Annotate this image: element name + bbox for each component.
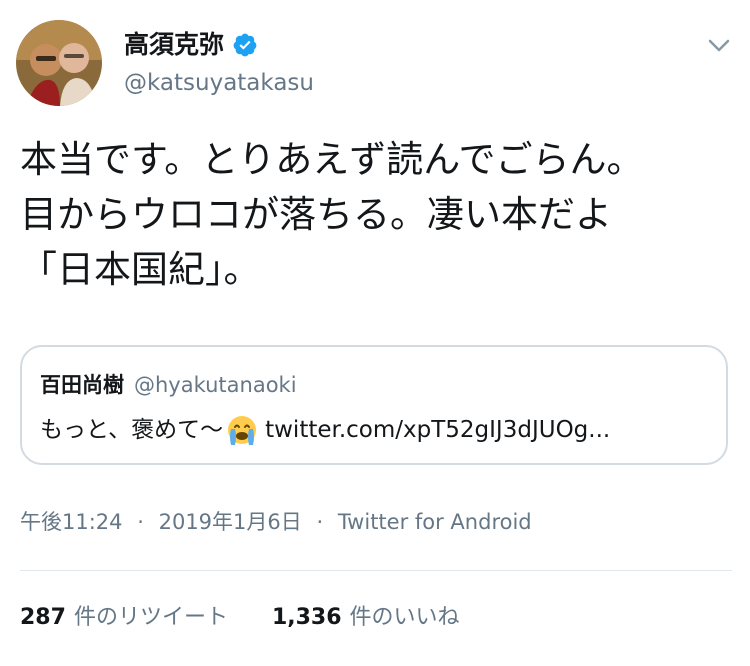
verified-badge-icon xyxy=(232,32,258,58)
crying-face-emoji-icon xyxy=(225,413,259,447)
likes-label: 件のいいね xyxy=(349,605,460,630)
quoted-text-body: もっと、褒めて〜 xyxy=(40,417,224,443)
quoted-tweet-card[interactable]: 百田尚樹 @hyakutanaoki もっと、褒めて〜 twitter.com/… xyxy=(20,345,728,465)
quoted-tweet-header: 百田尚樹 @hyakutanaoki xyxy=(40,369,297,399)
retweets-count: 287 xyxy=(20,605,66,630)
chevron-down-icon[interactable] xyxy=(706,36,732,56)
tweet-text-line: 目からウロコが落ちる。凄い本だよ xyxy=(20,193,612,236)
tweet-source[interactable]: Twitter for Android xyxy=(338,510,532,534)
divider xyxy=(20,570,732,571)
quoted-author-handle: @hyakutanaoki xyxy=(134,373,297,397)
tweet-text-line: 本当です。とりあえず読んでごらん。 xyxy=(20,138,644,181)
tweet-text-line: 「日本国紀」。 xyxy=(20,248,261,291)
retweets-label: 件のリツイート xyxy=(73,605,228,630)
meta-separator: · xyxy=(137,510,144,534)
tweet-meta: 午後11:24 · 2019年1月6日 · Twitter for Androi… xyxy=(20,507,532,537)
author-handle[interactable]: @katsuyatakasu xyxy=(124,69,314,97)
author-name-row: 高須克弥 xyxy=(124,30,258,60)
tweet-date[interactable]: 2019年1月6日 xyxy=(159,510,302,534)
meta-separator: · xyxy=(316,510,324,534)
tweet-time[interactable]: 午後11:24 xyxy=(20,510,123,534)
tweet-container: 高須克弥 @katsuyatakasu 本当です。とりあえず読んでごらん。 目か… xyxy=(0,0,750,666)
quoted-tweet-link[interactable]: twitter.com/xpT52gIJ3dJUOg... xyxy=(265,415,610,445)
display-name[interactable]: 高須克弥 xyxy=(124,30,224,60)
retweets-stat[interactable]: 287 件のリツイート xyxy=(20,603,228,633)
quoted-tweet-text: もっと、褒めて〜 twitter.com/xpT52gIJ3dJUOg... xyxy=(40,413,610,447)
quoted-author-name: 百田尚樹 xyxy=(40,373,124,397)
tweet-stats: 287 件のリツイート 1,336 件のいいね xyxy=(20,603,460,633)
avatar[interactable] xyxy=(16,20,102,106)
tweet-text: 本当です。とりあえず読んでごらん。 目からウロコが落ちる。凄い本だよ 「日本国紀… xyxy=(20,132,735,297)
likes-count: 1,336 xyxy=(271,605,342,630)
likes-stat[interactable]: 1,336 件のいいね xyxy=(272,603,460,633)
